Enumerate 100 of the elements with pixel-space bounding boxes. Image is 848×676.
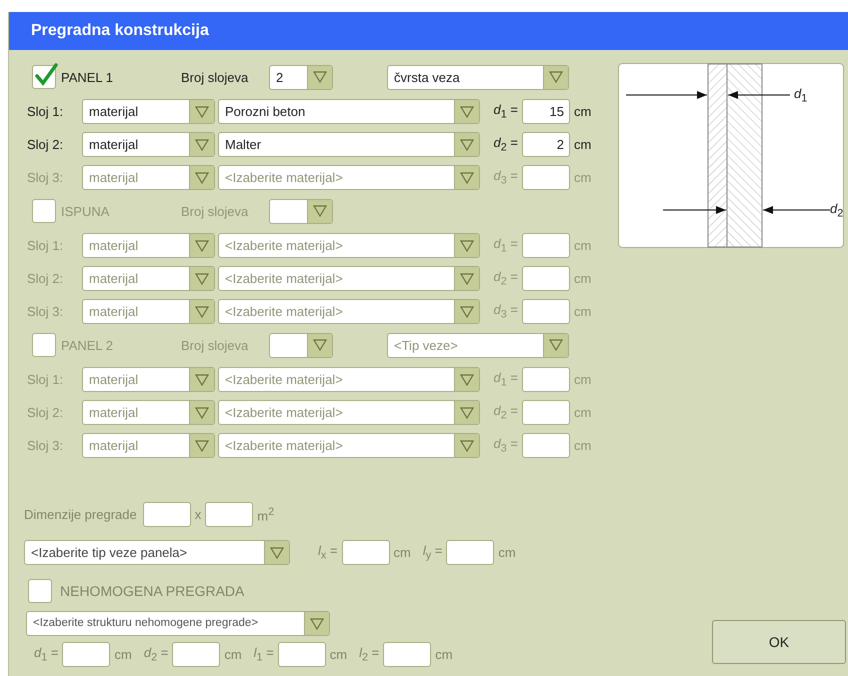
caret-icon (195, 240, 209, 252)
unit-label: cm (574, 238, 592, 253)
thickness-input[interactable] (522, 165, 570, 190)
layer-count-dropdown[interactable] (269, 198, 333, 224)
thickness-label: d$_{3}$ = (492, 168, 519, 187)
layer-count-dropdown[interactable]: 2 (269, 64, 333, 90)
caret-icon (195, 440, 209, 452)
unit-label: m$^{2}$ (257, 506, 274, 524)
dimension-input[interactable] (62, 642, 110, 667)
thickness-label: d$_{1}$ = (492, 102, 519, 121)
spacing-input[interactable] (342, 540, 390, 565)
dimension-label: d$_{1}$ (794, 86, 808, 105)
caret-icon (195, 172, 209, 184)
thickness-input[interactable] (522, 266, 570, 291)
layer-count-dropdown[interactable] (269, 332, 333, 358)
caret-icon (270, 546, 284, 558)
section-label: PANEL 1 (61, 70, 114, 84)
layer-label: Sloj 1: (26, 238, 64, 253)
unit-label: cm (435, 647, 453, 662)
spacing-input[interactable] (446, 540, 494, 565)
unit-label: cm (574, 372, 592, 387)
caret-icon (460, 406, 474, 418)
thickness-label: d$_{1}$ = (492, 236, 519, 255)
dimension-input[interactable] (172, 642, 220, 667)
layer-count-label: Broj slojeva (181, 70, 250, 84)
caret-icon (460, 172, 474, 184)
layer-label: Sloj 2: (26, 137, 64, 152)
arrow (728, 91, 790, 99)
checkmark-icon (34, 63, 58, 87)
caret-icon (195, 374, 209, 386)
layer-label: Sloj 3: (26, 438, 64, 453)
thickness-label: d$_{3}$ = (492, 302, 519, 321)
layer-count-label: Broj slojeva (181, 204, 250, 218)
height-input[interactable] (205, 502, 254, 527)
caret-icon (195, 138, 209, 150)
thickness-input[interactable]: 15 (522, 99, 570, 124)
spacing-label: l$_{x}$ = (318, 543, 338, 562)
unit-label: cm (574, 405, 592, 420)
unit-label: cm (224, 647, 242, 662)
caret-icon (460, 272, 474, 284)
thickness-input[interactable]: 2 (522, 132, 570, 157)
dimension-label: d$_{1}$ = (34, 645, 58, 664)
caret-icon (460, 374, 474, 386)
width-input[interactable] (142, 502, 191, 527)
layer-label: Sloj 2: (26, 271, 64, 286)
section-label: PANEL 2 (61, 338, 114, 352)
thickness-label: d$_{3}$ = (492, 436, 519, 455)
caret-icon (460, 106, 474, 118)
caret-icon (195, 406, 209, 418)
dimensions-label: Dimenzije pregrade (24, 507, 137, 522)
layer-label: Sloj 1: (26, 104, 64, 119)
thickness-input[interactable] (522, 299, 570, 324)
caret-icon (313, 339, 327, 351)
thickness-input[interactable] (522, 433, 570, 458)
type-dropdown[interactable]: materijal (82, 132, 215, 157)
unit-label: cm (574, 271, 592, 286)
unit-label: cm (574, 170, 592, 185)
caret-icon (460, 240, 474, 252)
caret-icon (195, 306, 209, 318)
times-sign: x (194, 507, 202, 522)
caret-icon (195, 272, 209, 284)
layer-label: Sloj 3: (26, 304, 64, 319)
ok-button[interactable]: OK (712, 620, 846, 664)
caret-icon (549, 339, 563, 351)
panel-connection-dropdown[interactable]: <Izaberite tip veze panela> (24, 540, 290, 565)
arrow (662, 206, 726, 214)
nonhomogeneous-label: NEHOMOGENA PREGRADA (60, 583, 244, 599)
unit-label: cm (394, 545, 411, 560)
structure-dropdown[interactable]: <Izaberite strukturu nehomogene pregrade> (26, 611, 330, 636)
dimension-input[interactable] (278, 642, 326, 667)
thickness-input[interactable] (522, 367, 570, 392)
thickness-label: d$_{2}$ = (492, 269, 519, 288)
unit-label: cm (574, 304, 592, 319)
caret-icon (313, 71, 327, 83)
unit-label: cm (114, 647, 132, 662)
unit-label: cm (330, 647, 348, 662)
caret-icon (195, 106, 209, 118)
layer-count-label: Broj slojeva (181, 338, 250, 352)
connection-dropdown[interactable]: čvrsta veza (387, 64, 569, 90)
arrow (762, 206, 830, 214)
thickness-label: d$_{1}$ = (492, 370, 519, 389)
caret-icon (460, 440, 474, 452)
caret-icon (310, 618, 324, 630)
material-dropdown[interactable]: Porozni beton (218, 99, 480, 124)
caret-icon (549, 71, 563, 83)
thickness-input[interactable] (522, 233, 570, 258)
material-dropdown[interactable]: Malter (218, 132, 480, 157)
dimension-label: d$_{2}$ = (144, 645, 168, 664)
layer-label: Sloj 3: (26, 170, 64, 185)
unit-label: cm (498, 545, 516, 560)
caret-icon (313, 205, 327, 217)
type-dropdown[interactable]: materijal (82, 99, 215, 124)
layer-label: Sloj 1: (26, 372, 64, 387)
layer-label: Sloj 2: (26, 405, 64, 420)
dimension-label: d$_{2}$ (830, 201, 844, 220)
checkbox[interactable] (32, 65, 56, 89)
section-label: ISPUNA (61, 204, 110, 218)
checkbox[interactable] (28, 579, 52, 603)
dimension-input[interactable] (383, 642, 432, 667)
thickness-input[interactable] (522, 400, 570, 425)
